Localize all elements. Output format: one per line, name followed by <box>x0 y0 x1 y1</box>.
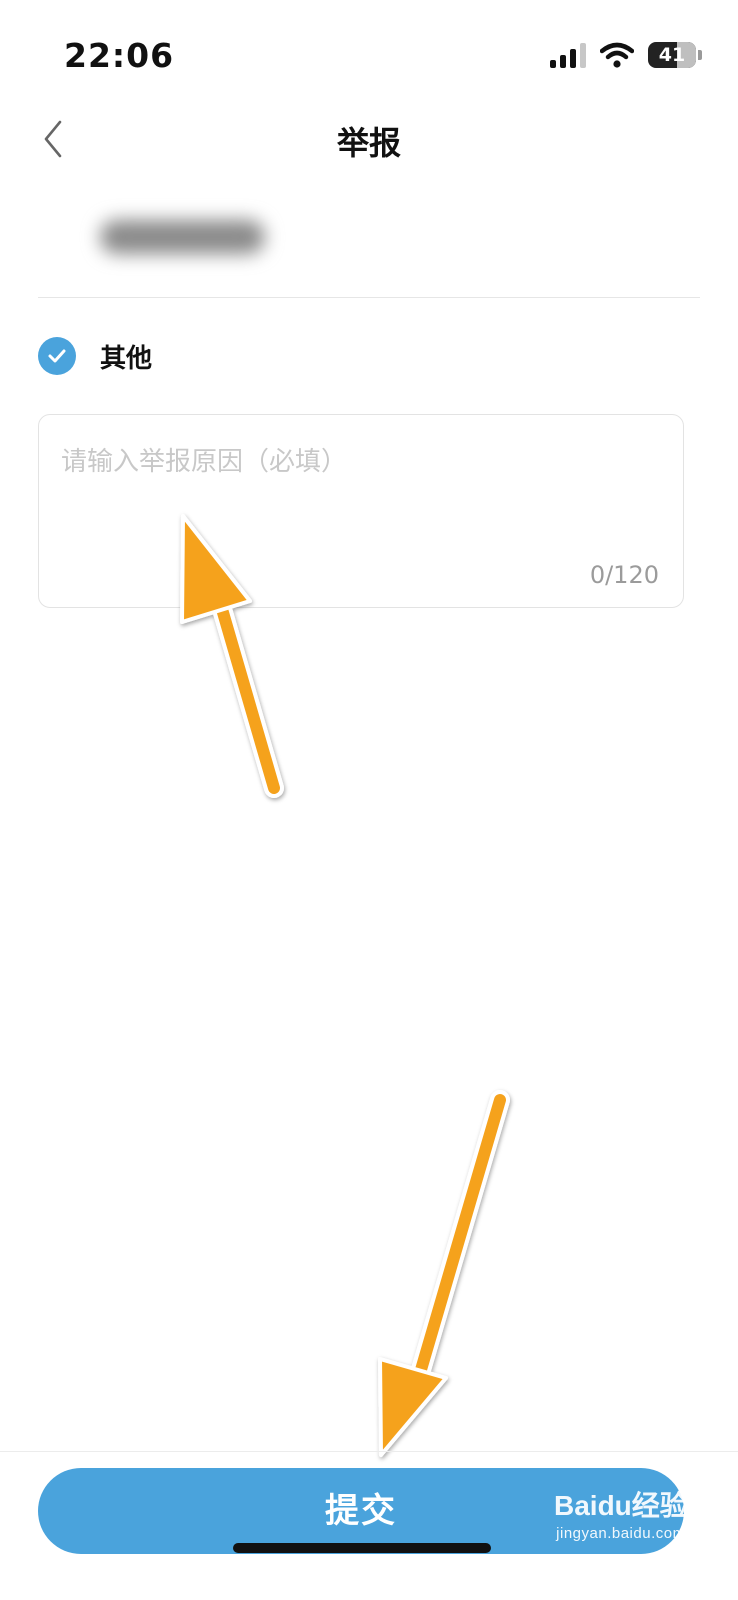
status-time: 22:06 <box>64 36 175 75</box>
home-indicator <box>233 1543 491 1553</box>
cellular-signal-icon <box>550 42 586 68</box>
annotation-arrow-down <box>378 1090 510 1457</box>
char-counter: 0/120 <box>589 561 659 589</box>
reason-textarea-container: 0/120 <box>38 414 684 608</box>
checkmark-icon <box>38 337 76 375</box>
baidu-jingyan-watermark: Baidu经验 jingyan.baidu.com <box>554 1490 688 1542</box>
watermark-url: jingyan.baidu.com <box>556 1525 686 1542</box>
reported-content-blurred <box>100 220 265 254</box>
divider <box>38 297 700 298</box>
watermark-brand: Baidu经验 <box>554 1490 688 1521</box>
page-title: 举报 <box>336 124 401 162</box>
reason-option-label: 其他 <box>100 343 153 374</box>
reason-option-other[interactable]: 其他 <box>38 337 152 375</box>
wifi-icon <box>600 42 634 68</box>
battery-level: 41 <box>658 44 686 66</box>
reason-input[interactable] <box>61 441 661 561</box>
report-screen: 22:06 41 举报 其他 请输入举报原因（必填） 0/120 提交 Baid… <box>0 0 738 1600</box>
status-icons: 41 <box>550 42 702 68</box>
bottom-divider <box>0 1451 738 1452</box>
battery-icon: 41 <box>648 42 702 68</box>
